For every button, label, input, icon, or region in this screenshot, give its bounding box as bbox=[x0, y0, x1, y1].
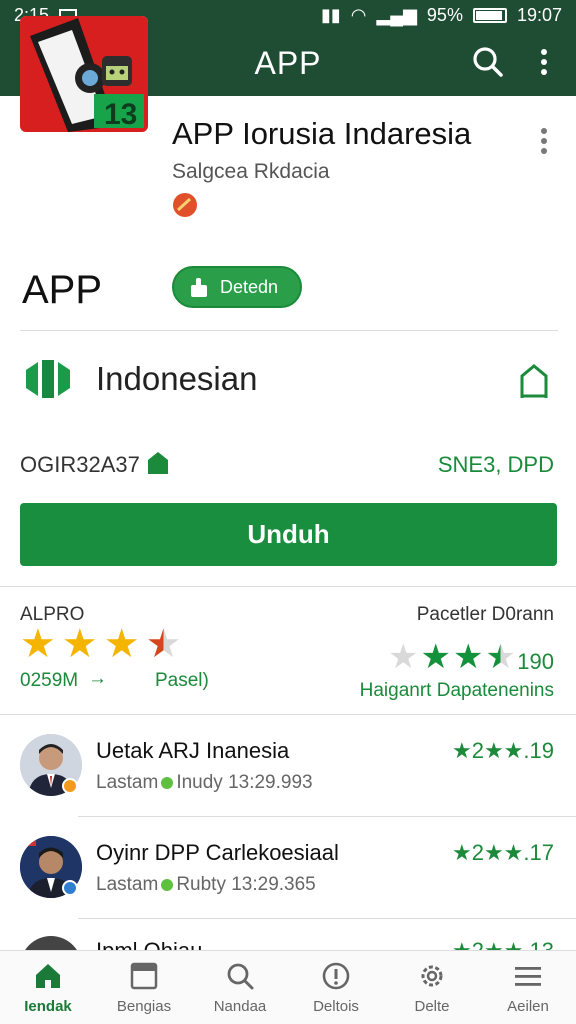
rating-left-note: Pasel) bbox=[155, 670, 209, 691]
hand-icon bbox=[191, 278, 207, 297]
review-item[interactable]: Ipml Qhiau ★2★★.13 bbox=[0, 928, 576, 950]
badge-icon bbox=[62, 778, 78, 794]
language-icon bbox=[26, 360, 70, 398]
home-icon bbox=[36, 964, 60, 988]
star-icon: ★ bbox=[61, 622, 98, 666]
review-item[interactable]: Uetak ARJ Inanesia Lastam Inudy 13:29.993… bbox=[0, 724, 576, 824]
rating-right-count: 190 bbox=[517, 649, 554, 674]
online-dot-icon bbox=[161, 776, 174, 789]
review-score: ★2★★.19 bbox=[452, 738, 554, 763]
editor-badge-icon bbox=[173, 193, 197, 217]
star-icon: ★ bbox=[20, 622, 56, 666]
nav-label: Iendak bbox=[24, 998, 72, 1015]
nav-item-info[interactable]: Deltois bbox=[288, 951, 384, 1024]
review-author: Lastam bbox=[96, 874, 159, 895]
more-vert-icon[interactable] bbox=[526, 44, 562, 80]
star-icon: ★ bbox=[420, 638, 451, 676]
more-vert-icon[interactable] bbox=[534, 126, 554, 156]
review-title: Ipml Qhiau bbox=[96, 938, 202, 950]
rating-left-count: 0259M bbox=[20, 670, 79, 691]
detail-button[interactable]: Detedn bbox=[172, 266, 302, 308]
nav-item-menu[interactable]: Aeilen bbox=[480, 951, 576, 1024]
review-author: Lastam bbox=[96, 772, 159, 793]
nav-item-home[interactable]: Iendak bbox=[0, 951, 96, 1024]
rating-right-title: Pacetler D0rann bbox=[416, 604, 554, 625]
bookmark-icon[interactable] bbox=[518, 362, 550, 400]
nav-item-search[interactable]: Nandaa bbox=[192, 951, 288, 1024]
review-date: Rubty 13:29.365 bbox=[176, 874, 316, 895]
avatar bbox=[20, 936, 82, 950]
rating-stars-right: ★ ★ ★ ★ bbox=[388, 640, 516, 674]
divider bbox=[20, 330, 558, 331]
nav-label: Bengias bbox=[116, 998, 172, 1015]
battery-percent: 95% bbox=[426, 4, 463, 25]
arrow-icon: → bbox=[88, 668, 107, 689]
language-label: Indonesian bbox=[96, 360, 258, 397]
review-title: Oyinr DPP Carlekoesiaal bbox=[96, 840, 339, 865]
developer-name[interactable]: Salgcea Rkdacia bbox=[172, 160, 330, 184]
nav-item-browser[interactable]: Bengias bbox=[96, 951, 192, 1024]
appbar-title: APP bbox=[254, 44, 322, 81]
nav-label: Aeilen bbox=[507, 998, 549, 1015]
review-item[interactable]: Oyinr DPP Carlekoesiaal Lastam Rubty 13:2… bbox=[0, 826, 576, 926]
battery-icon bbox=[472, 7, 507, 23]
signal-icon: ▂▄▆ bbox=[376, 4, 417, 25]
star-icon: ★ bbox=[388, 638, 419, 676]
star-icon: ★ bbox=[103, 622, 140, 666]
review-score: ★2★★.17 bbox=[452, 840, 554, 865]
divider bbox=[78, 918, 576, 919]
browser-icon bbox=[130, 962, 158, 990]
status-time-right: 19:07 bbox=[516, 4, 562, 25]
app-short-label: APP bbox=[22, 268, 103, 312]
star-half-icon: ★ bbox=[485, 638, 516, 676]
badge-icon bbox=[62, 880, 78, 896]
nav-label: Deltois bbox=[313, 998, 359, 1015]
divider bbox=[78, 816, 576, 817]
search-icon bbox=[227, 963, 254, 990]
vibrate-icon: ▮▮ bbox=[320, 4, 341, 25]
star-half-icon: ★ bbox=[145, 622, 182, 666]
wifi-icon: ◠ bbox=[350, 4, 367, 25]
review-meta: Lastam Inudy 13:29.993 bbox=[96, 772, 313, 794]
review-date: Inudy 13:29.993 bbox=[176, 772, 313, 793]
review-meta: Lastam Rubty 13:29.365 bbox=[96, 874, 316, 896]
version-code: OGIR32A37 bbox=[20, 452, 140, 477]
bottom-navigation: Iendak Bengias Nandaa Deltois Delte Aeil… bbox=[0, 950, 576, 1024]
divider bbox=[0, 586, 576, 587]
nav-label: Nandaa bbox=[213, 998, 267, 1015]
info-icon bbox=[322, 962, 350, 990]
app-size: SNE3, DPD bbox=[437, 452, 554, 477]
download-button[interactable]: Unduh bbox=[20, 503, 557, 566]
online-dot-icon bbox=[161, 878, 174, 891]
search-icon[interactable] bbox=[470, 44, 506, 80]
rating-stars-left: ★ ★ ★ ★ bbox=[20, 624, 181, 664]
divider bbox=[0, 714, 576, 715]
rating-right-note[interactable]: Haiganrt Dapatenenins bbox=[360, 680, 554, 702]
review-title: Uetak ARJ Inanesia bbox=[96, 738, 290, 763]
menu-icon bbox=[515, 967, 541, 986]
star-icon: ★ bbox=[452, 638, 484, 676]
settings-icon bbox=[421, 965, 443, 987]
svg-text:13: 13 bbox=[104, 98, 137, 131]
verified-icon bbox=[148, 452, 168, 474]
nav-item-settings[interactable]: Delte bbox=[384, 951, 480, 1024]
review-score: ★2★★.13 bbox=[452, 938, 554, 950]
nav-label: Delte bbox=[414, 998, 450, 1015]
app-logo-icon: 13 bbox=[20, 16, 148, 132]
app-name: APP Iorusia Indaresia bbox=[172, 116, 472, 151]
detail-button-label: Detedn bbox=[220, 276, 279, 297]
